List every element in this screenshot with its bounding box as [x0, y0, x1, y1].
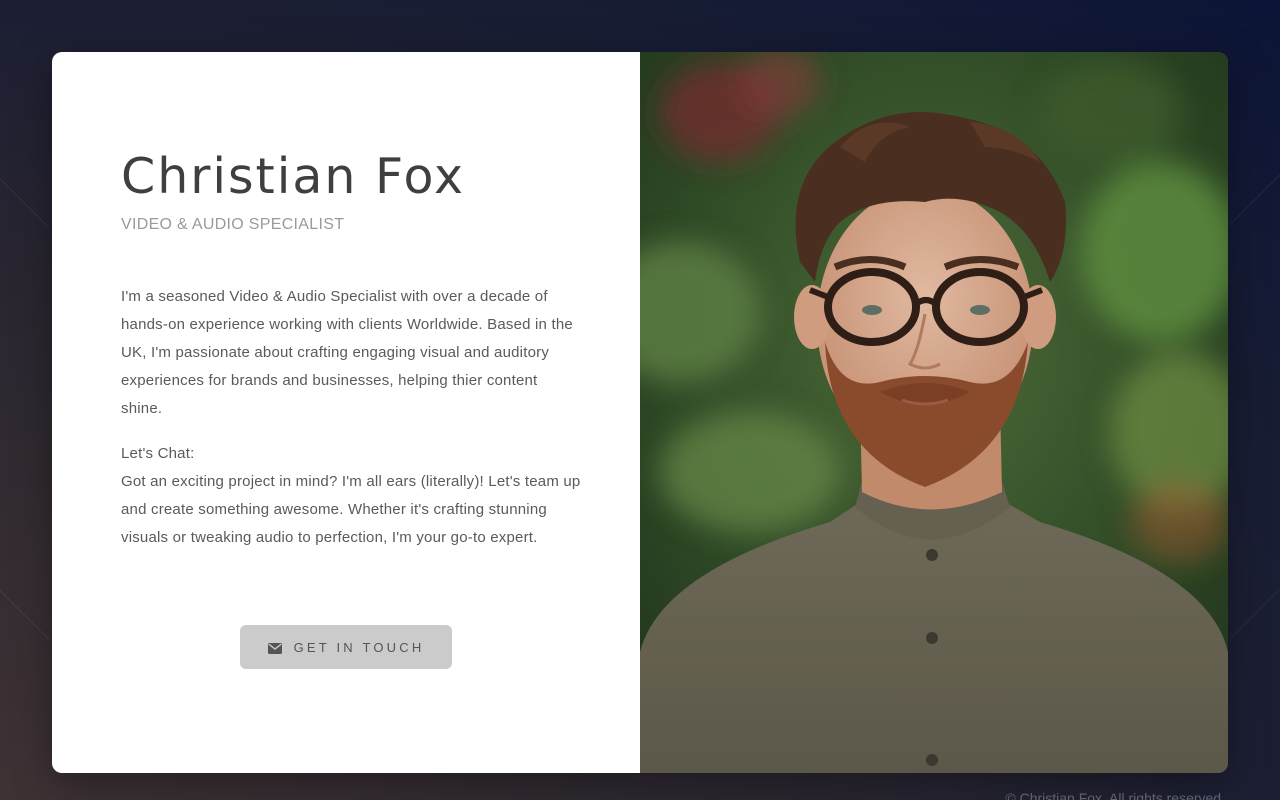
background-line	[1230, 174, 1280, 225]
chat-section: Let's Chat: Got an exciting project in m…	[121, 440, 581, 552]
profile-name: Christian Fox	[121, 148, 465, 205]
footer-copyright: © Christian Fox. All rights reserved.	[1005, 790, 1225, 800]
get-in-touch-button[interactable]: GET IN TOUCH	[240, 625, 452, 669]
chat-body: Got an exciting project in mind? I'm all…	[121, 473, 581, 546]
profile-info-panel: Christian Fox VIDEO & AUDIO SPECIALIST I…	[52, 52, 640, 773]
background-line	[0, 178, 50, 229]
background-line	[0, 590, 50, 641]
profile-card: Christian Fox VIDEO & AUDIO SPECIALIST I…	[52, 52, 1228, 773]
profile-bio: I'm a seasoned Video & Audio Specialist …	[121, 288, 573, 417]
envelope-icon	[267, 642, 282, 654]
background-line	[1230, 588, 1280, 639]
portrait-photo	[640, 52, 1228, 773]
chat-heading: Let's Chat:	[121, 445, 195, 462]
profile-role: VIDEO & AUDIO SPECIALIST	[121, 216, 345, 233]
get-in-touch-label: GET IN TOUCH	[293, 639, 425, 655]
